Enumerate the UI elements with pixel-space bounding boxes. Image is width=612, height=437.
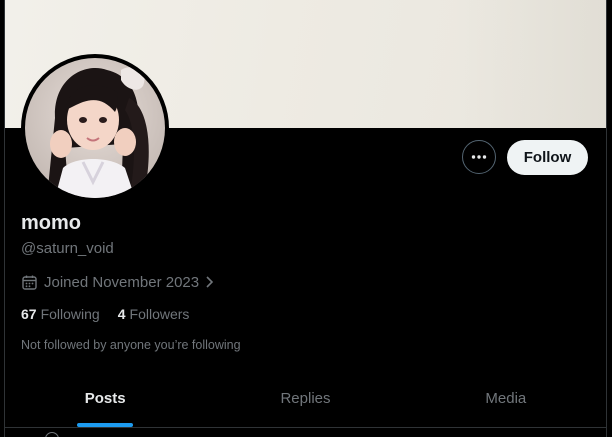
tab-replies-label: Replies bbox=[280, 390, 331, 407]
profile-tabs: Posts Replies Media bbox=[5, 370, 606, 428]
not-followed-notice: Not followed by anyone you’re following bbox=[21, 338, 241, 352]
followers-label: Followers bbox=[129, 306, 190, 322]
more-horizontal-icon bbox=[471, 155, 487, 159]
post-avatar-peek bbox=[45, 432, 59, 437]
more-options-button[interactable] bbox=[462, 140, 496, 174]
avatar-image bbox=[25, 58, 165, 198]
follow-button-label: Follow bbox=[523, 149, 572, 166]
active-tab-indicator bbox=[77, 423, 134, 427]
follow-stats: 67 Following 4 Followers bbox=[21, 306, 207, 322]
followers-count: 4 bbox=[117, 306, 126, 322]
tab-replies[interactable]: Replies bbox=[205, 370, 405, 427]
tab-media[interactable]: Media bbox=[406, 370, 606, 427]
avatar[interactable] bbox=[21, 54, 169, 202]
joined-date[interactable]: Joined November 2023 bbox=[21, 272, 215, 292]
followers-link[interactable]: 4 Followers bbox=[118, 306, 190, 322]
tab-posts-label: Posts bbox=[84, 390, 126, 407]
follow-button[interactable]: Follow bbox=[507, 140, 588, 175]
calendar-icon bbox=[21, 274, 38, 291]
tab-media-label: Media bbox=[485, 390, 527, 407]
following-label: Following bbox=[40, 306, 100, 322]
joined-text: Joined November 2023 bbox=[44, 273, 200, 291]
following-count: 67 bbox=[21, 306, 37, 322]
tab-posts[interactable]: Posts bbox=[5, 370, 205, 427]
user-handle: @saturn_void bbox=[21, 240, 114, 257]
following-link[interactable]: 67 Following bbox=[21, 306, 100, 322]
profile-column: Follow momo @saturn_void Joined November… bbox=[4, 0, 607, 437]
display-name: momo bbox=[21, 212, 81, 234]
chevron-right-icon bbox=[203, 275, 215, 289]
